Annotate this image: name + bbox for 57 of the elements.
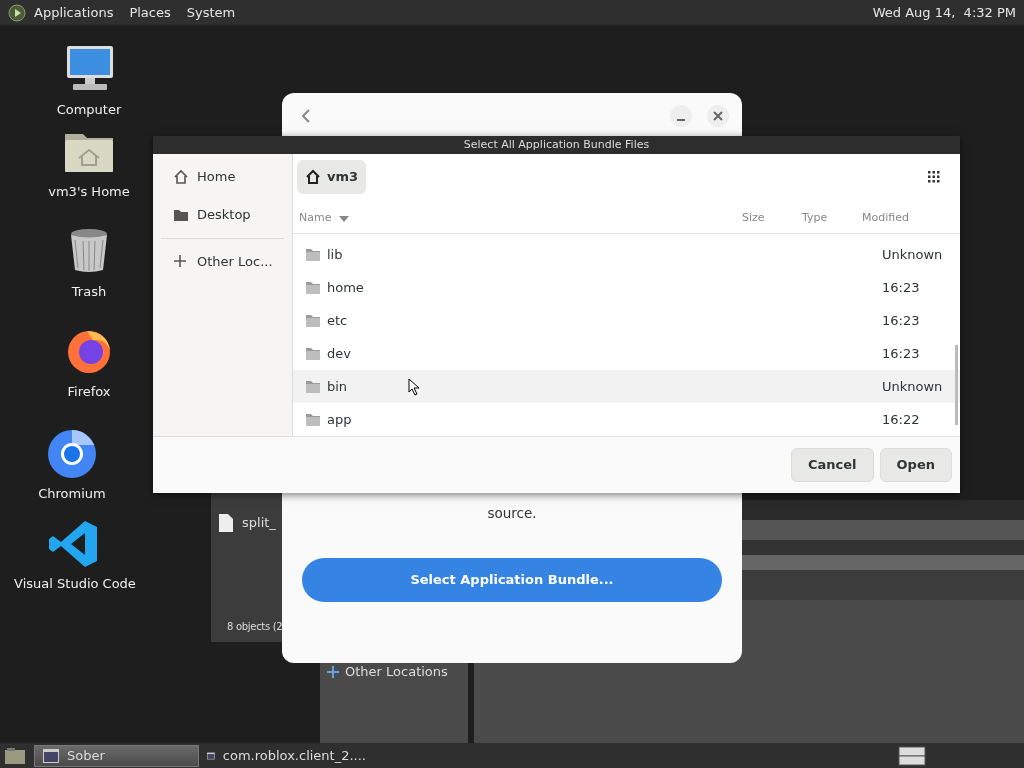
show-desktop-icon[interactable] xyxy=(4,746,26,765)
scrollbar[interactable] xyxy=(955,345,958,425)
minimize-icon[interactable] xyxy=(670,105,692,127)
icon-label[interactable]: Computer xyxy=(56,100,122,120)
sidebar-item[interactable]: Other Loc... xyxy=(197,252,273,272)
description-text: source. xyxy=(486,504,538,523)
sidebar-item[interactable]: Home xyxy=(197,167,236,187)
icon-label[interactable]: Visual Studio Code xyxy=(14,574,136,594)
taskbar-button[interactable]: com.roblox.client_2.... xyxy=(199,744,374,767)
file-row[interactable]: bin Unknown xyxy=(293,370,960,403)
folder-icon xyxy=(305,313,321,328)
column-header[interactable]: Size xyxy=(742,210,802,227)
home-icon[interactable] xyxy=(173,169,189,185)
folder-icon xyxy=(305,412,321,427)
column-header[interactable]: Name xyxy=(299,210,332,227)
clock: Wed Aug 14, 4:32 PM xyxy=(872,3,1016,22)
folder-icon xyxy=(305,379,321,394)
icon-label[interactable]: Firefox xyxy=(67,382,111,402)
menu-item[interactable]: System xyxy=(186,2,236,23)
folder-icon[interactable] xyxy=(173,207,189,223)
icon-label[interactable]: Trash xyxy=(71,282,107,302)
window-icon xyxy=(43,748,59,763)
close-icon[interactable] xyxy=(707,105,729,127)
file-row[interactable]: lib Unknown xyxy=(293,238,960,271)
dialog-button[interactable]: Cancel xyxy=(791,448,874,482)
back-icon[interactable] xyxy=(300,108,312,124)
file-row[interactable]: etc 16:23 xyxy=(293,304,960,337)
path-button[interactable]: vm3 xyxy=(297,160,367,194)
taskbar-button[interactable]: Sober xyxy=(34,744,199,767)
workspace-icon[interactable] xyxy=(898,745,926,766)
dialog-title: Select All Application Bundle Files xyxy=(153,136,960,154)
menu-logo-icon[interactable] xyxy=(8,3,26,22)
sidebar-item[interactable]: Other Locations xyxy=(345,662,448,682)
file-row[interactable]: app 16:22 xyxy=(293,403,960,436)
dialog-button[interactable]: Open xyxy=(879,448,952,482)
folder-icon xyxy=(305,247,321,262)
plus-icon[interactable] xyxy=(173,254,189,270)
file-row[interactable]: dev 16:23 xyxy=(293,337,960,370)
column-header[interactable]: Modified xyxy=(862,210,942,227)
mouse-pointer-icon xyxy=(408,378,420,396)
folder-icon xyxy=(305,346,321,361)
sort-caret-icon[interactable] xyxy=(339,215,350,222)
icon-label[interactable]: Chromium xyxy=(38,484,106,504)
plus-icon[interactable] xyxy=(327,665,339,678)
sidebar-item[interactable]: Desktop xyxy=(197,205,251,225)
home-icon xyxy=(305,169,321,185)
column-header[interactable]: Type xyxy=(802,210,862,227)
file-icon[interactable] xyxy=(218,513,234,533)
folder-icon xyxy=(305,280,321,295)
menu-item[interactable]: Places xyxy=(129,2,171,23)
grid-view-icon[interactable] xyxy=(928,171,940,183)
status-text: 8 objects (2 xyxy=(227,620,283,634)
file-row[interactable]: home 16:23 xyxy=(293,271,960,304)
select-bundle-button[interactable]: Select Application Bundle... xyxy=(302,558,722,602)
file-name[interactable]: split_ xyxy=(242,513,276,533)
menu-item[interactable]: Applications xyxy=(34,2,114,23)
icon-label[interactable]: vm3's Home xyxy=(48,182,130,202)
